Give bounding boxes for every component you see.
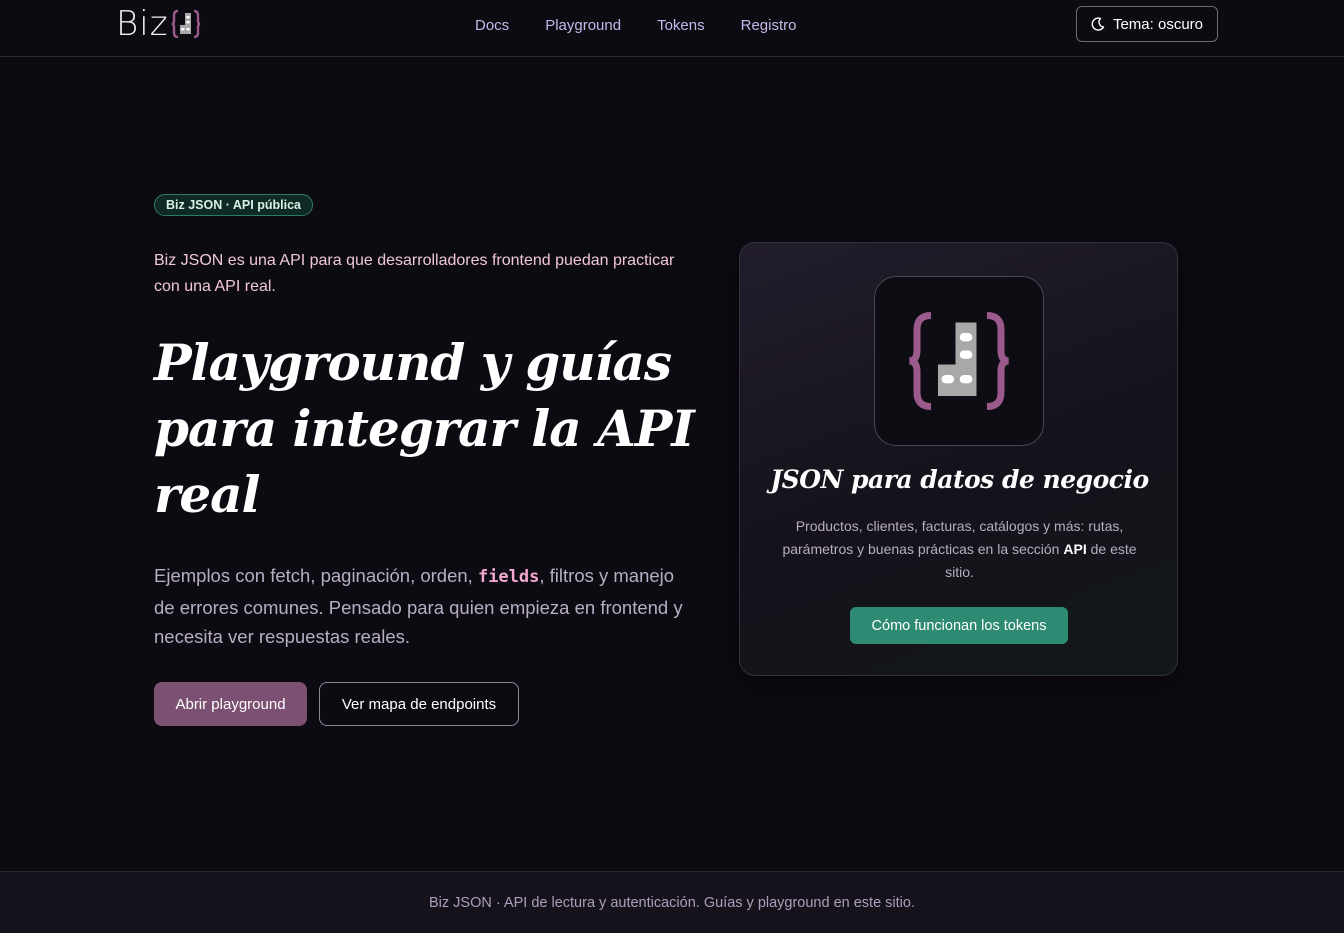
nav-link-playground[interactable]: Playground [545, 17, 621, 34]
theme-toggle-label: Tema: oscuro [1112, 15, 1204, 33]
nav-link-registro[interactable]: Registro [741, 17, 797, 34]
hero-title: Playground y guías para integrar la API … [154, 333, 695, 524]
nav-link-tokens[interactable]: Tokens [657, 17, 705, 34]
main-nav: Docs Playground Tokens Registro [475, 17, 796, 34]
logo-text: Biz [116, 4, 169, 44]
card-description: Productos, clientes, facturas, catálogos… [770, 515, 1149, 584]
fields-code: fields [477, 567, 540, 587]
hero-intro: Biz JSON es una API para que desarrollad… [154, 252, 675, 295]
card-logo-tile [874, 276, 1044, 446]
hero-desc-start: Ejemplos con fetch, paginación, orden, [154, 565, 478, 586]
nav-link-docs[interactable]: Docs [475, 17, 509, 34]
brand-logo-icon [171, 9, 200, 39]
tokens-info-button[interactable]: Cómo funcionan los tokens [850, 607, 1068, 644]
site-footer: Biz JSON · API de lectura y autenticació… [0, 871, 1344, 933]
footer-text: Biz JSON · API de lectura y autenticació… [429, 894, 915, 911]
theme-toggle-button[interactable]: Tema: oscuro [1076, 6, 1218, 42]
api-badge: Biz JSON · API pública [154, 194, 313, 216]
card-text-api: API [1063, 541, 1087, 557]
brand-logo[interactable]: Biz [116, 4, 201, 44]
card-title: JSON para datos de negocio [770, 465, 1149, 494]
brand-logo-icon [908, 312, 1010, 410]
moon-icon [1091, 17, 1105, 31]
feature-card: JSON para datos de negocio Productos, cl… [739, 242, 1178, 676]
endpoint-map-button[interactable]: Ver mapa de endpoints [319, 682, 519, 726]
hero-description: Ejemplos con fetch, paginación, orden, f… [154, 561, 694, 652]
open-playground-button[interactable]: Abrir playground [154, 682, 307, 726]
site-header: Biz Docs Playground Tokens Registro Tema… [0, 0, 1344, 57]
